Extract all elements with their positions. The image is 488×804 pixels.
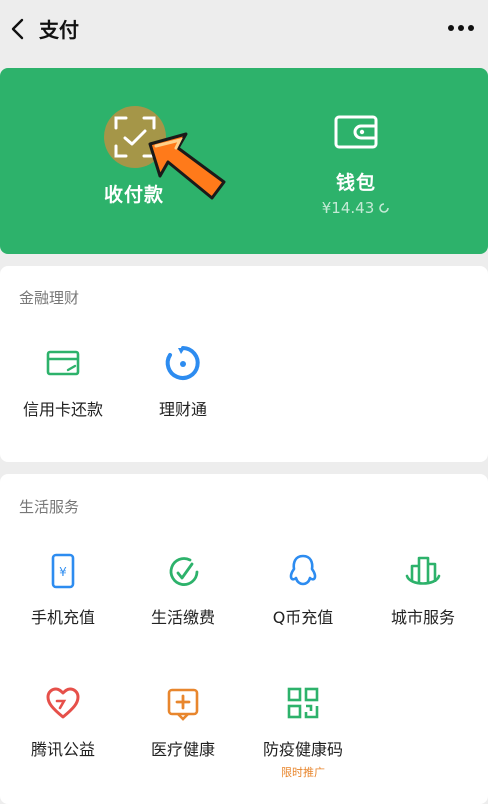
- charity-tile[interactable]: 腾讯公益: [4, 684, 122, 760]
- more-dots-icon: [448, 25, 474, 31]
- wallet-icon: [334, 115, 378, 149]
- city-service-icon: [405, 556, 441, 585]
- promo-badge: 限时推广: [281, 766, 325, 779]
- bill-payment-tile[interactable]: 生活缴费: [124, 552, 242, 628]
- charity-heart-icon: [46, 687, 80, 719]
- wallet-balance-value: ¥14.43: [321, 199, 375, 217]
- phone-topup-label: 手机充值: [30, 608, 95, 627]
- medical-icon: [167, 688, 199, 721]
- credit-card-repay-tile[interactable]: 信用卡还款: [4, 344, 122, 420]
- wallet-label: 钱包: [335, 172, 376, 194]
- life-section-title: 生活服务: [19, 498, 80, 516]
- more-button[interactable]: [446, 16, 476, 40]
- city-service-tile[interactable]: 城市服务: [364, 552, 482, 628]
- back-button[interactable]: [6, 16, 32, 42]
- finance-section-title: 金融理财: [19, 289, 80, 307]
- charity-label: 腾讯公益: [30, 740, 95, 759]
- wealth-tile[interactable]: 理财通: [124, 344, 242, 420]
- wallet-button[interactable]: 钱包 ¥14.43: [304, 112, 408, 217]
- top-bar: 支付: [0, 0, 488, 60]
- bill-payment-icon: [169, 557, 199, 586]
- bill-payment-label: 生活缴费: [150, 608, 215, 627]
- health-code-tile[interactable]: 防疫健康码 限时推广: [244, 684, 362, 780]
- qq-coin-icon: [289, 554, 317, 586]
- chevron-left-icon: [11, 18, 24, 40]
- phone-topup-tile[interactable]: ¥ 手机充值: [4, 552, 122, 628]
- medical-label: 医疗健康: [150, 740, 215, 759]
- health-qr-icon: [287, 687, 319, 719]
- page-title: 支付: [39, 18, 79, 42]
- qq-coin-tile[interactable]: Q币充值: [244, 552, 362, 628]
- loading-spinner-icon: [379, 203, 390, 213]
- finance-section: 金融理财 信用卡还款 理财通: [0, 266, 488, 462]
- wealth-label: 理财通: [158, 400, 207, 419]
- medical-tile[interactable]: 医疗健康: [124, 684, 242, 760]
- wealth-icon: [165, 346, 200, 380]
- qq-coin-label: Q币充值: [272, 608, 334, 627]
- life-services-section: 生活服务 ¥ 手机充值 生活缴费 Q币充值 城市服务 腾讯公益 医疗健康 防疫健…: [0, 474, 488, 804]
- wallet-balance: ¥14.43: [322, 199, 391, 217]
- city-service-label: 城市服务: [390, 608, 455, 627]
- health-code-label: 防疫健康码: [262, 740, 343, 759]
- credit-card-icon: [46, 350, 80, 376]
- pointing-arrow-icon: [148, 132, 226, 200]
- wallet-card: 收付款 钱包 ¥14.43: [0, 68, 488, 254]
- phone-topup-icon: ¥: [51, 553, 75, 589]
- credit-card-repay-label: 信用卡还款: [22, 400, 103, 419]
- svg-text:¥: ¥: [59, 565, 67, 579]
